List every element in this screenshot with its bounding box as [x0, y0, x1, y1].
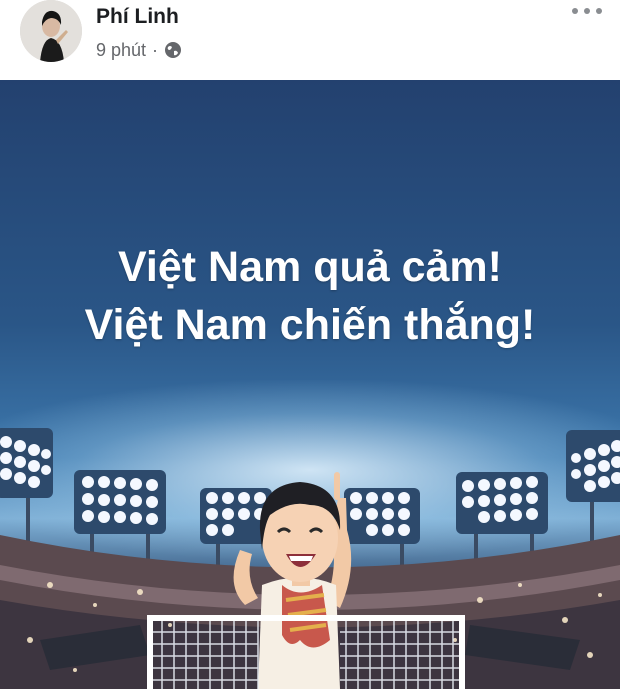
- post-header: Phí Linh 9 phút ·: [0, 0, 620, 80]
- post-meta: 9 phút ·: [96, 39, 182, 61]
- post-timestamp[interactable]: 9 phút: [96, 40, 146, 61]
- avatar-image: [20, 0, 82, 62]
- globe-icon[interactable]: [164, 41, 182, 59]
- meta-separator: ·: [152, 39, 159, 60]
- avatar[interactable]: [20, 0, 82, 62]
- banner-slogan: Việt Nam quả cảm! Việt Nam chiến thắng!: [0, 238, 620, 354]
- slogan-line-1: Việt Nam quả cảm!: [118, 243, 502, 291]
- author-name[interactable]: Phí Linh: [96, 5, 179, 29]
- slogan-line-2: Việt Nam chiến thắng!: [84, 301, 536, 349]
- stadium-scene: [0, 428, 620, 689]
- post-banner-image[interactable]: Việt Nam quả cảm! Việt Nam chiến thắng!: [0, 80, 620, 689]
- more-options-icon[interactable]: [572, 0, 602, 22]
